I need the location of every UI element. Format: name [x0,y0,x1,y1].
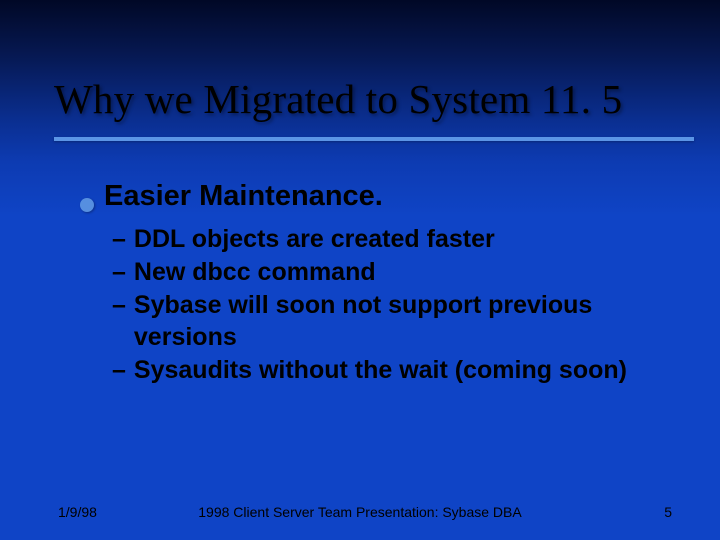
sub-bullet-item: – DDL objects are created faster [112,223,670,255]
sub-bullet-text: New dbcc command [134,256,670,288]
bullet-disc-icon [80,198,94,212]
bullet-row: Easier Maintenance. [80,180,670,213]
slide-footer: 1/9/98 1998 Client Server Team Presentat… [0,498,720,520]
footer-page-number: 5 [664,504,672,520]
slide: Why we Migrated to System 11. 5 Easier M… [0,0,720,540]
sub-bullet-item: – New dbcc command [112,256,670,288]
sub-bullet-list: – DDL objects are created faster – New d… [112,223,670,386]
dash-icon: – [112,256,126,288]
sub-bullet-text: DDL objects are created faster [134,223,670,255]
sub-bullet-item: – Sybase will soon not support previous … [112,289,670,353]
bullet-heading: Easier Maintenance. [104,180,383,213]
title-block: Why we Migrated to System 11. 5 [54,78,680,141]
sub-bullet-text: Sybase will soon not support previous ve… [134,289,670,353]
title-divider [54,137,694,141]
dash-icon: – [112,354,126,386]
slide-body: Easier Maintenance. – DDL objects are cr… [80,180,670,387]
footer-center: 1998 Client Server Team Presentation: Sy… [0,504,720,520]
sub-bullet-text: Sysaudits without the wait (coming soon) [134,354,670,386]
sub-bullet-item: – Sysaudits without the wait (coming soo… [112,354,670,386]
dash-icon: – [112,289,126,321]
slide-title: Why we Migrated to System 11. 5 [54,78,680,121]
dash-icon: – [112,223,126,255]
